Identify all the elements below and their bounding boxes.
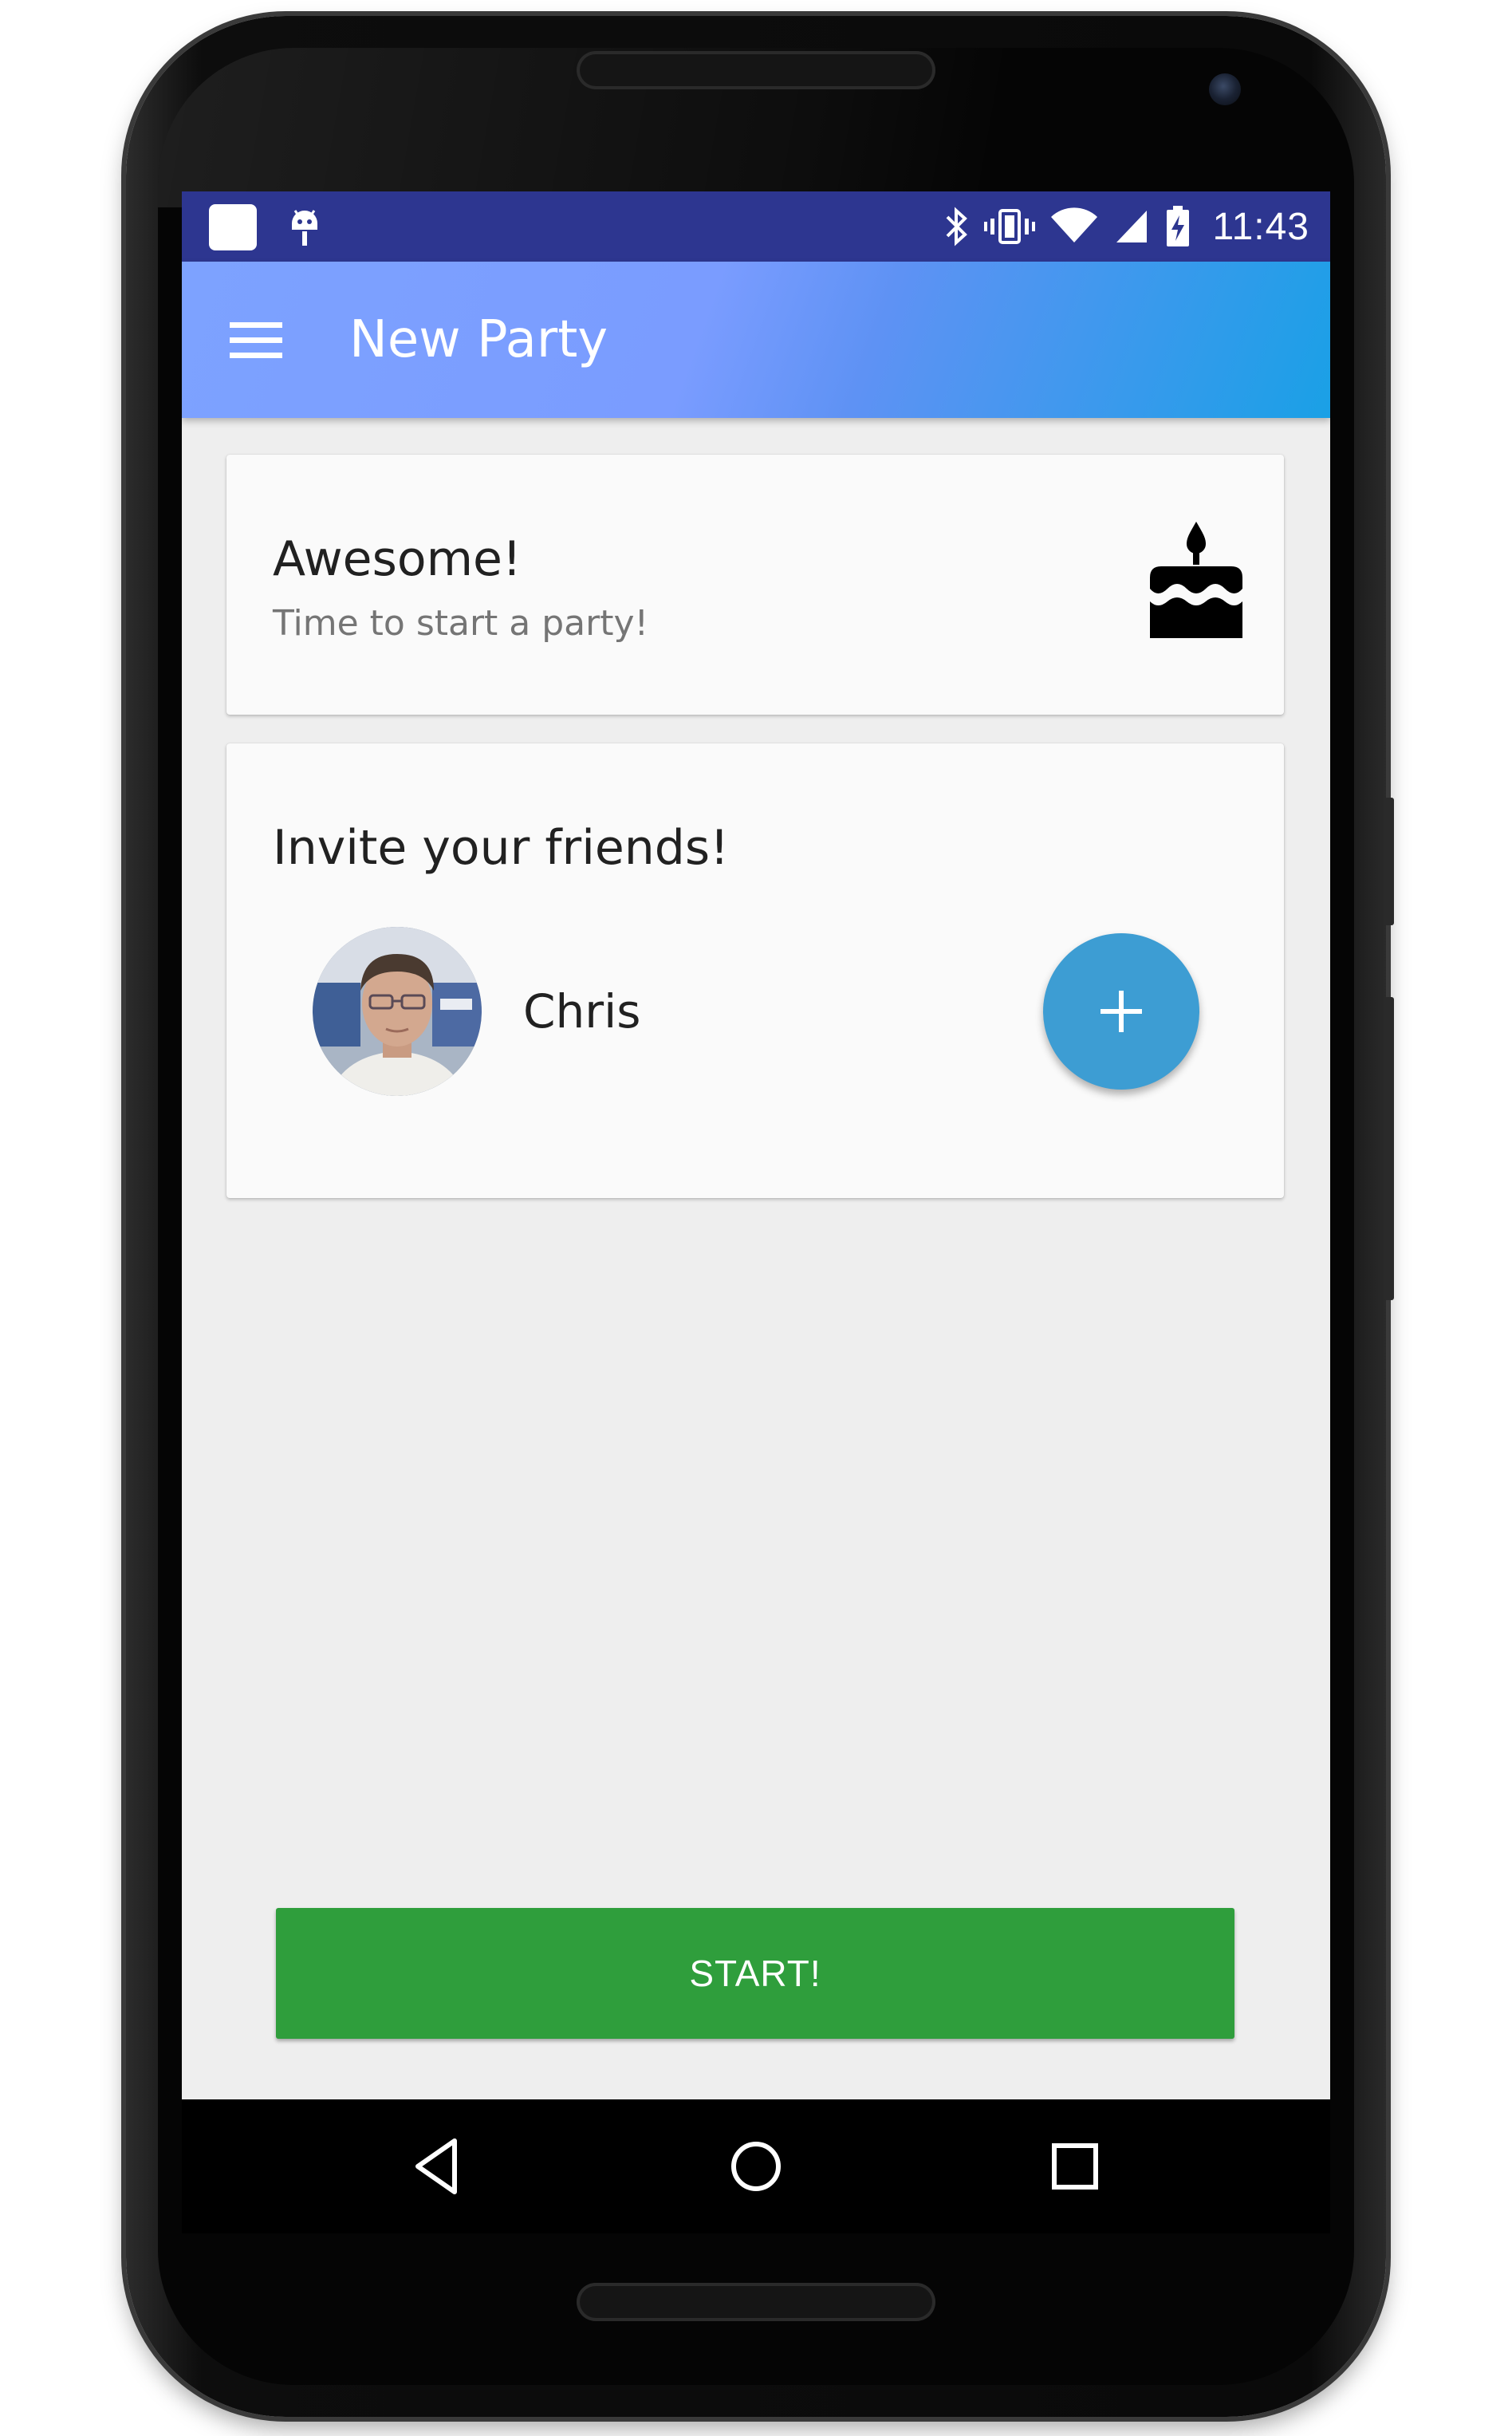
hamburger-menu-icon[interactable] xyxy=(230,322,282,359)
wifi-icon xyxy=(1051,207,1098,242)
status-icons: 11:43 xyxy=(943,191,1309,262)
device-screen: 11:43 New Party Awesome! Time to start a… xyxy=(182,191,1330,2099)
back-icon[interactable] xyxy=(405,2133,472,2200)
vibrate-icon xyxy=(984,209,1036,244)
cake-icon xyxy=(1150,522,1242,638)
app-title: New Party xyxy=(349,310,608,369)
top-speaker-grille xyxy=(577,51,935,89)
invite-card-title: Invite your friends! xyxy=(273,820,730,876)
avatar xyxy=(313,927,482,1096)
bottom-speaker-grille xyxy=(577,2283,935,2321)
status-bar: 11:43 xyxy=(182,191,1330,262)
power-button[interactable] xyxy=(1384,798,1394,925)
android-debug-icon xyxy=(292,210,317,246)
notification-square-icon xyxy=(209,204,257,250)
navigation-bar xyxy=(182,2099,1330,2233)
signal-icon xyxy=(1116,211,1148,242)
volume-rocker[interactable] xyxy=(1384,997,1394,1300)
start-button[interactable]: START! xyxy=(276,1908,1234,2039)
home-icon[interactable] xyxy=(723,2133,789,2200)
add-friend-button[interactable] xyxy=(1043,933,1199,1090)
app-bar: New Party xyxy=(182,262,1330,418)
friend-name: Chris xyxy=(523,984,641,1039)
friend-list-item[interactable]: Chris xyxy=(226,927,1284,1098)
bluetooth-icon xyxy=(947,207,968,246)
invite-card: Invite your friends! Chris xyxy=(226,743,1284,1198)
welcome-card-subtitle: Time to start a party! xyxy=(273,603,649,644)
status-time: 11:43 xyxy=(1212,205,1309,248)
battery-charging-icon xyxy=(1167,206,1190,246)
front-camera xyxy=(1209,73,1241,105)
welcome-card: Awesome! Time to start a party! xyxy=(226,455,1284,715)
recents-icon[interactable] xyxy=(1041,2133,1108,2200)
welcome-card-title: Awesome! xyxy=(273,531,522,587)
